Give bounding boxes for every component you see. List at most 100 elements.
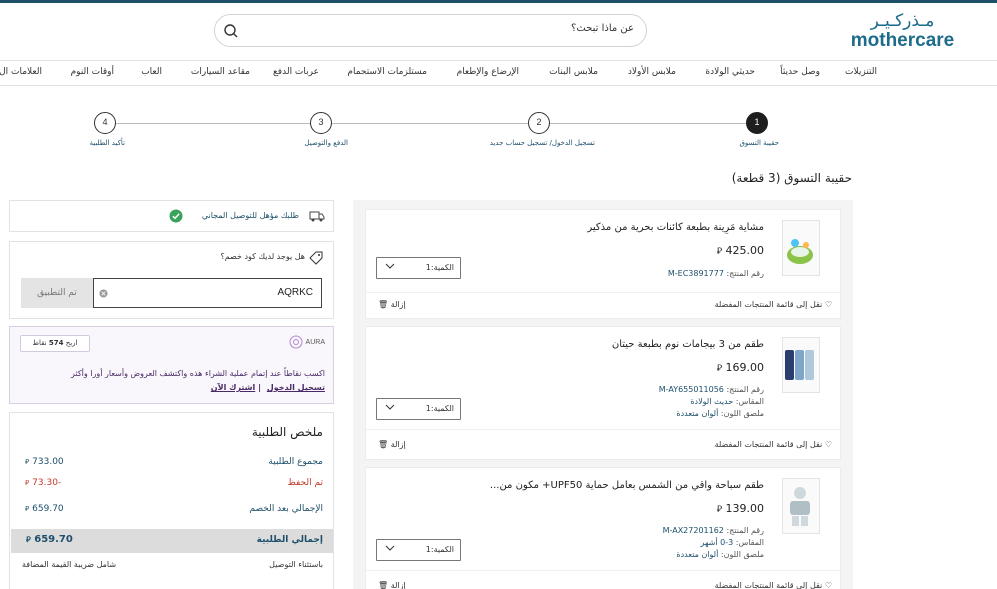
aura-join-link[interactable]: اشترك الآن bbox=[211, 383, 256, 392]
aura-links: تسجيل الدخول | اشترك الآن bbox=[210, 383, 325, 392]
remove-item-button[interactable]: إزالة 🗑 bbox=[378, 440, 406, 449]
nav-item-girls[interactable]: ملابس البنات bbox=[549, 67, 598, 77]
discount-value: -73.30 ⃁ bbox=[25, 478, 62, 488]
nav-item-feeding[interactable]: الإرضاع والإطعام bbox=[457, 67, 519, 77]
step-4-circle: 4 bbox=[94, 112, 116, 134]
summary-title: ملخص الطلبية bbox=[251, 425, 323, 439]
product-image-pajamas[interactable] bbox=[782, 337, 820, 393]
chevron-down-icon bbox=[385, 263, 395, 269]
step-2-label: تسجيل الدخول/ تسجيل حساب جديد bbox=[489, 139, 595, 147]
nav-item-bathing[interactable]: مستلزمات الاستحمام bbox=[347, 67, 427, 77]
cart-item: طقم سباحة واقي من الشمس بعامل حماية UPF5… bbox=[365, 467, 841, 589]
incl-vat-note: شامل ضريبة القيمة المضافة bbox=[22, 560, 117, 569]
logo-arabic: مـذركـيـر bbox=[870, 11, 935, 31]
stepper-line bbox=[105, 123, 755, 124]
product-code: رقم المنتج: M-EC3891777 bbox=[667, 269, 764, 278]
currency-symbol: ⃁ bbox=[25, 478, 30, 487]
aura-description: اكسب نقاطاً عند إتمام عملية الشراء هذه و… bbox=[71, 369, 325, 378]
logo-english: mothercare bbox=[850, 30, 955, 51]
free-shipping-text: طلبك مؤهل للتوصيل المجاني bbox=[201, 211, 299, 220]
total-label: إجمالي الطلبية bbox=[256, 535, 323, 545]
search-icon[interactable] bbox=[223, 23, 239, 39]
aura-loyalty-panel: AURA اربح 574 نقاط اكسب نقاطاً عند إتمام… bbox=[9, 326, 334, 404]
truck-icon bbox=[309, 211, 325, 222]
currency-symbol: ⃁ bbox=[26, 535, 31, 544]
discount-label: تم الحفظ bbox=[287, 478, 323, 488]
clear-icon[interactable] bbox=[99, 289, 108, 298]
step-3-circle: 3 bbox=[310, 112, 332, 134]
quantity-select[interactable]: الكمية:1 bbox=[376, 539, 461, 561]
order-summary: ملخص الطلبية مجموع الطلبية 733.00 ⃁ تم ا… bbox=[9, 412, 334, 589]
promo-code-panel: هل يوجد لديك كود خصم؟ AQRKC تم التطبيق bbox=[9, 241, 334, 319]
currency-symbol: ⃁ bbox=[716, 247, 722, 257]
move-to-wishlist-button[interactable]: ♡ نقل إلى قائمة المنتجات المفضلة bbox=[715, 581, 832, 589]
nav-item-brands[interactable]: العلامات ال bbox=[0, 67, 42, 77]
subtotal-label: مجموع الطلبية bbox=[268, 457, 323, 467]
nav-item-newborn[interactable]: حديثي الولادة bbox=[705, 67, 755, 77]
step-4-label: تأكيد الطلبية bbox=[89, 139, 125, 147]
quantity-label: الكمية:1 bbox=[425, 545, 454, 554]
remove-item-button[interactable]: إزالة 🗑 bbox=[378, 581, 406, 589]
move-to-wishlist-button[interactable]: ♡ نقل إلى قائمة المنتجات المفضلة bbox=[715, 440, 832, 449]
nav-item-sale[interactable]: التنزيلات bbox=[845, 67, 877, 77]
pajamas-icon bbox=[785, 350, 814, 380]
top-accent-line bbox=[0, 0, 997, 3]
mothercare-logo[interactable]: مـذركـيـر mothercare bbox=[840, 12, 965, 52]
free-shipping-banner: طلبك مؤهل للتوصيل المجاني bbox=[9, 200, 334, 232]
tag-icon bbox=[309, 251, 323, 265]
product-name[interactable]: طقم من 3 بيجامات نوم بطبعة حيتان bbox=[612, 339, 764, 350]
nav-item-car-seats[interactable]: مقاعد السيارات bbox=[191, 67, 250, 77]
quantity-select[interactable]: الكمية:1 bbox=[376, 257, 461, 279]
after-discount-value: 659.70 ⃁ bbox=[25, 504, 64, 514]
currency-symbol: ⃁ bbox=[25, 457, 30, 466]
product-image-walker[interactable] bbox=[782, 220, 820, 276]
product-price: 169.00 ⃁ bbox=[716, 361, 764, 374]
product-size: المقاس: 3-0 أشهر bbox=[700, 538, 764, 547]
after-discount-label: الإجمالي بعد الخصم bbox=[249, 504, 323, 514]
remove-item-button[interactable]: إزالة 🗑 bbox=[378, 300, 406, 309]
apply-promo-button[interactable]: تم التطبيق bbox=[21, 278, 93, 308]
promo-code-input[interactable]: AQRKC bbox=[93, 278, 322, 308]
product-code: رقم المنتج: M-AX27201162 bbox=[662, 526, 764, 535]
quantity-label: الكمية:1 bbox=[425, 404, 454, 413]
product-name[interactable]: مشاية مَرِينة بطبعة كائنات بحرية من مذكي… bbox=[587, 222, 764, 233]
promo-question[interactable]: هل يوجد لديك كود خصم؟ bbox=[220, 252, 305, 261]
product-name[interactable]: طقم سباحة واقي من الشمس بعامل حماية UPF5… bbox=[490, 480, 764, 491]
quantity-select[interactable]: الكمية:1 bbox=[376, 398, 461, 420]
product-size: المقاس: حديث الولادة bbox=[690, 397, 764, 406]
search-input[interactable]: عن ماذا تبحث؟ bbox=[214, 14, 647, 47]
cart-item: طقم من 3 بيجامات نوم بطبعة حيتان 169.00 … bbox=[365, 326, 841, 460]
excl-delivery-note: باستثناء التوصيل bbox=[269, 560, 323, 569]
quantity-label: الكمية:1 bbox=[425, 263, 454, 272]
nav-item-toys[interactable]: العاب bbox=[141, 67, 162, 77]
currency-symbol: ⃁ bbox=[716, 364, 722, 374]
subtotal-value: 733.00 ⃁ bbox=[25, 457, 64, 467]
step-1-label: حقيبة التسوق bbox=[739, 139, 779, 147]
step-2-circle: 2 bbox=[528, 112, 550, 134]
product-price: 139.00 ⃁ bbox=[716, 502, 764, 515]
chevron-down-icon bbox=[385, 404, 395, 410]
promo-code-value: AQRKC bbox=[277, 287, 313, 298]
currency-symbol: ⃁ bbox=[25, 504, 30, 513]
product-image-swimsuit[interactable] bbox=[782, 478, 820, 534]
product-code: رقم المنتج: M-AY655011056 bbox=[658, 385, 764, 394]
check-circle-icon bbox=[169, 209, 183, 223]
product-price: 425.00 ⃁ bbox=[716, 244, 764, 257]
cart-items-area: مشاية مَرِينة بطبعة كائنات بحرية من مذكي… bbox=[353, 200, 853, 589]
divider bbox=[366, 570, 840, 571]
product-color: ملصق اللون: ألوان متعددة bbox=[676, 409, 764, 418]
total-bar: إجمالي الطلبية 659.70 ⃁ bbox=[11, 529, 333, 553]
walker-icon bbox=[787, 239, 813, 264]
nav-item-strollers[interactable]: عربات الدفع bbox=[273, 67, 319, 77]
nav-item-boys[interactable]: ملابس الأولاد bbox=[628, 67, 676, 77]
aura-login-link[interactable]: تسجيل الدخول bbox=[267, 383, 325, 392]
chevron-down-icon bbox=[385, 545, 395, 551]
search-placeholder: عن ماذا تبحث؟ bbox=[571, 23, 634, 34]
step-3-label: الدفع والتوصيل bbox=[304, 139, 348, 147]
nav-item-new-arrivals[interactable]: وصل حديثاً bbox=[780, 67, 820, 77]
move-to-wishlist-button[interactable]: ♡ نقل إلى قائمة المنتجات المفضلة bbox=[715, 300, 832, 309]
divider bbox=[366, 292, 840, 293]
product-color: ملصق اللون: ألوان متعددة bbox=[676, 550, 764, 559]
step-1-circle: 1 bbox=[746, 112, 768, 134]
nav-item-sleep[interactable]: أوقات النوم bbox=[71, 67, 114, 77]
